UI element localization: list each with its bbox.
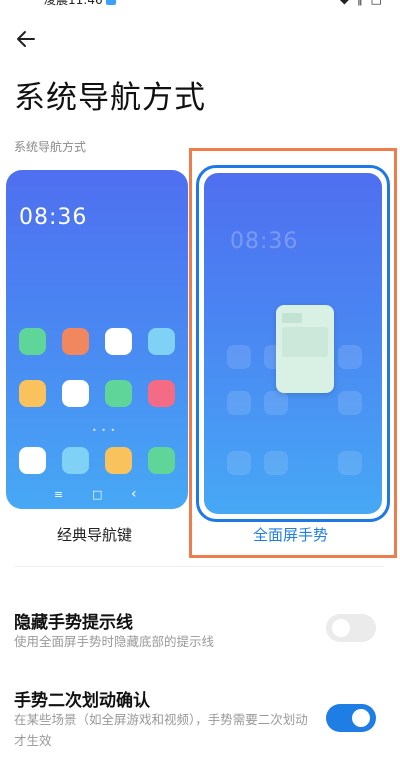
divider xyxy=(14,566,384,567)
hide-hint-title: 隐藏手势提示线 xyxy=(14,613,133,633)
hide-hint-toggle[interactable] xyxy=(326,614,376,642)
page-indicator: • • • xyxy=(92,426,117,435)
app-icon xyxy=(62,380,89,407)
app-icon xyxy=(105,328,132,355)
app-icon xyxy=(148,328,175,355)
faded-app-icon xyxy=(338,451,362,475)
confirm-swipe-title: 手势二次划动确认 xyxy=(14,691,150,711)
selected-ring: 08:36 xyxy=(196,165,390,522)
notification-icon xyxy=(106,0,116,5)
toggle-knob xyxy=(352,709,370,727)
arrow-left-icon xyxy=(17,31,35,47)
faded-app-icon xyxy=(227,391,251,415)
app-icon xyxy=(62,447,89,474)
faded-app-icon xyxy=(338,345,362,369)
faded-app-icon xyxy=(264,451,288,475)
app-icon xyxy=(105,447,132,474)
faded-app-icon xyxy=(264,391,288,415)
back-button[interactable] xyxy=(12,24,42,54)
app-icon xyxy=(19,328,46,355)
app-icon xyxy=(19,380,46,407)
status-bar: 凌晨11:46 ◆ ∥ □ xyxy=(0,0,400,10)
app-icon xyxy=(148,380,175,407)
card-header-block xyxy=(282,313,302,323)
app-icon xyxy=(105,380,132,407)
home-key-icon: □ xyxy=(92,488,103,501)
classic-nav-option[interactable]: 08:36 • • • ≡ □ ‹ xyxy=(6,170,188,509)
app-icon xyxy=(148,447,175,474)
section-label: 系统导航方式 xyxy=(14,140,87,154)
faded-app-icon xyxy=(227,451,251,475)
faded-app-icon xyxy=(227,345,251,369)
classic-nav-label: 经典导航键 xyxy=(57,526,133,544)
back-key-icon: ‹ xyxy=(131,486,137,502)
preview-clock-faded: 08:36 xyxy=(230,229,299,254)
status-icons: ◆ ∥ □ xyxy=(340,0,384,6)
status-time: 凌晨11:46 xyxy=(44,0,103,7)
toggle-knob xyxy=(332,619,350,637)
nav-key-bar: ≡ □ ‹ xyxy=(6,486,188,502)
gesture-preview: 08:36 xyxy=(204,173,382,514)
preview-clock: 08:36 xyxy=(19,205,88,230)
app-icon xyxy=(19,447,46,474)
card-content-block xyxy=(282,327,328,357)
page-title: 系统导航方式 xyxy=(14,80,206,116)
confirm-swipe-toggle[interactable] xyxy=(326,704,376,732)
faded-app-icon xyxy=(338,391,362,415)
hide-hint-description: 使用全面屏手势时隐藏底部的提示线 xyxy=(14,634,215,649)
gesture-nav-label: 全面屏手势 xyxy=(253,526,329,544)
recent-app-card xyxy=(276,305,334,393)
confirm-swipe-description: 在某些场景（如全屏游戏和视频），手势需要二次划动才生效 xyxy=(14,712,308,748)
app-icon xyxy=(62,328,89,355)
gesture-nav-option[interactable]: 08:36 xyxy=(189,148,397,558)
menu-key-icon: ≡ xyxy=(54,488,64,501)
